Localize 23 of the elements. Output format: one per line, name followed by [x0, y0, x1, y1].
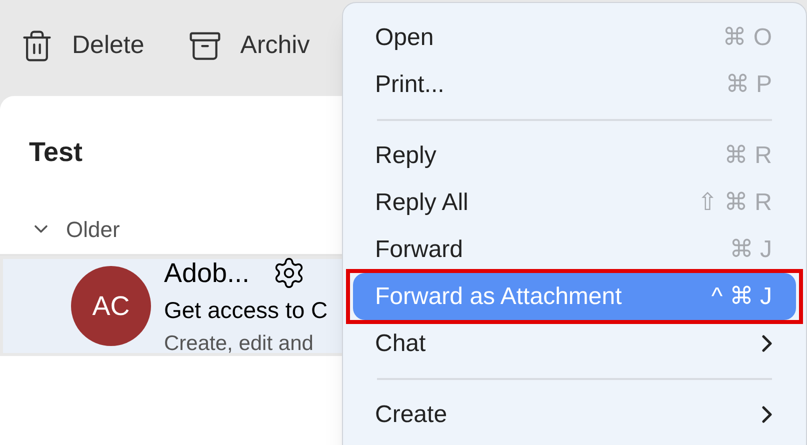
archive-icon — [188, 29, 222, 63]
folder-title: Test — [29, 136, 83, 169]
avatar: AC — [71, 266, 151, 346]
shortcut-label: ⌘ O — [722, 22, 772, 52]
chevron-right-icon — [762, 406, 772, 423]
menu-item[interactable]: Chat — [353, 320, 796, 367]
shortcut-label: ⌘ J — [729, 234, 772, 264]
shortcut-label: ⌘ R — [724, 140, 772, 170]
message-subject: Get access to C — [164, 296, 328, 326]
menu-item[interactable]: Reply ⌘ R — [353, 132, 796, 179]
sender-name: Adob... — [164, 256, 250, 290]
menu-item[interactable]: Print... ⌘ P — [353, 61, 796, 108]
archive-button[interactable]: Archiv — [188, 27, 310, 65]
shortcut-label: ^ ⌘ J — [711, 282, 772, 312]
menu-item[interactable]: Open ⌘ O — [353, 14, 796, 61]
delete-button[interactable]: Delete — [20, 27, 144, 65]
chevron-right-icon — [762, 335, 772, 352]
shortcut-label: ⌘ P — [725, 70, 772, 100]
menu-item[interactable]: Reply All ⇧ ⌘ R — [353, 179, 796, 226]
shortcut-label: ⇧ ⌘ R — [697, 188, 772, 218]
menu-item[interactable]: Create — [353, 391, 796, 438]
message-preview: Create, edit and — [164, 330, 314, 357]
menu-item[interactable]: Forward ⌘ J — [353, 226, 796, 273]
